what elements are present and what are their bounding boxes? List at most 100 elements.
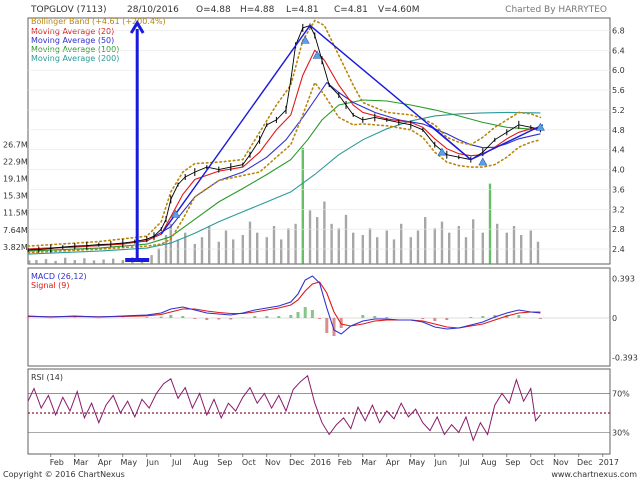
- macd-histogram-bar: [26, 317, 30, 318]
- price-tick-label: 6.0: [612, 66, 625, 75]
- volume-tick-label: 15.3M: [3, 192, 28, 201]
- macd-histogram-bar: [181, 316, 185, 318]
- copyright-label: Copyright © 2016 ChartNexus: [3, 470, 125, 479]
- signal-line: [27, 281, 541, 329]
- volume-bar: [400, 223, 403, 264]
- volume-bar: [352, 232, 355, 264]
- x-tick-label: Feb: [338, 458, 352, 467]
- price-tick-label: 4.0: [612, 166, 625, 175]
- macd-histogram-bar: [121, 317, 125, 318]
- x-tick-label: Jun: [434, 458, 448, 467]
- ma200-line: [27, 111, 541, 255]
- macd-histogram-bar: [310, 310, 314, 318]
- bollinger-lower-line: [27, 80, 542, 254]
- x-tick-label: Apr: [98, 458, 113, 467]
- price-tick-label: 4.8: [612, 126, 625, 135]
- macd-histogram-bar: [538, 318, 542, 319]
- x-tick-label: Jun: [146, 458, 160, 467]
- volume-bar: [536, 241, 540, 264]
- volume-bar: [193, 243, 196, 264]
- volume-bar: [54, 260, 57, 264]
- macd-histogram-bar: [217, 318, 221, 320]
- volume-bar: [337, 228, 340, 264]
- volume-bar: [529, 230, 532, 264]
- volume-bar: [150, 255, 153, 264]
- volume-bar: [424, 217, 427, 264]
- macd-line: [27, 275, 541, 335]
- signal-title: Signal (9): [31, 281, 69, 290]
- macd-histogram-bar: [296, 312, 300, 318]
- volume-bar: [448, 232, 451, 264]
- macd-tick-label: -0.393: [612, 353, 638, 362]
- volume-tick-label: 19.1M: [3, 175, 28, 184]
- x-tick-label: Mar: [73, 458, 89, 467]
- x-tick-label: Nov: [553, 458, 569, 467]
- volume-bar: [416, 230, 420, 264]
- macd-histogram-bar: [385, 317, 389, 318]
- rsi-tick-label: 70%: [612, 389, 630, 398]
- macd-histogram-bar: [289, 315, 293, 318]
- volume-bar: [35, 260, 38, 264]
- high-label: H=4.88: [240, 5, 275, 15]
- x-tick-label: 2016: [311, 458, 331, 467]
- x-tick-label: Nov: [265, 458, 281, 467]
- rsi-title: RSI (14): [31, 373, 63, 382]
- x-tick-label: Dec: [289, 458, 304, 467]
- signal-marker: [478, 157, 488, 166]
- volume-bar: [224, 230, 228, 264]
- macd-histogram-bar: [481, 316, 485, 318]
- volume-tick-label: 11.5M: [3, 209, 28, 218]
- legend-ma200: Moving Average (200): [31, 54, 119, 63]
- legend-bollinger: Bollinger Band (+4.61 (+200.4%): [31, 17, 166, 26]
- volume-bar: [330, 223, 333, 264]
- volume-bar: [176, 239, 180, 264]
- x-tick-label: Sep: [217, 458, 232, 467]
- rsi-series: [27, 374, 610, 442]
- x-tick-label: Dec: [577, 458, 592, 467]
- volume-bar: [112, 258, 115, 264]
- x-tick-label: Sep: [505, 458, 520, 467]
- volume-bar: [28, 260, 31, 264]
- rsi-tick-label: 30%: [612, 429, 630, 438]
- macd-histogram-bar: [169, 315, 173, 318]
- price-tick-label: 2.8: [612, 225, 625, 234]
- volume-bar: [301, 147, 304, 264]
- volume-bar: [512, 226, 516, 264]
- volume-bar: [92, 260, 96, 264]
- x-tick-label: Mar: [361, 458, 377, 467]
- x-tick-label: May: [409, 458, 426, 467]
- volume-bar: [496, 223, 499, 264]
- volume-bar: [361, 235, 364, 264]
- volume-bar: [157, 248, 160, 264]
- x-tick-label: Aug: [481, 458, 497, 467]
- macd-histogram-bar: [73, 317, 77, 318]
- ma100-line: [27, 99, 541, 252]
- volume-bar: [169, 223, 172, 264]
- volume-bar: [121, 260, 124, 264]
- price-tick-label: 6.8: [612, 26, 625, 35]
- volume-bar: [241, 235, 244, 264]
- x-tick-label: Oct: [530, 458, 544, 467]
- x-tick-label: Jul: [171, 458, 182, 467]
- macd-series: [26, 275, 610, 336]
- volume-bar: [265, 237, 268, 264]
- macd-histogram-bar: [193, 318, 197, 319]
- price-tick-label: 5.6: [612, 86, 625, 95]
- volume-bar: [232, 239, 235, 264]
- close-label: C=4.81: [334, 5, 368, 15]
- brand-label: www.chartnexus.com: [551, 470, 637, 479]
- macd-histogram-bar: [361, 315, 365, 318]
- volume-bar: [488, 183, 492, 264]
- volume-tick-label: 7.64M: [3, 226, 28, 235]
- x-tick-label: Aug: [193, 458, 209, 467]
- macd-tick-label: 0: [612, 314, 617, 323]
- x-tick-label: Apr: [386, 458, 401, 467]
- credit-label: Charted By HARRYTEO: [505, 5, 607, 15]
- open-label: O=4.88: [196, 5, 231, 15]
- price-tick-label: 3.6: [612, 186, 625, 195]
- macd-histogram-bar: [253, 316, 257, 318]
- volume-bar: [272, 226, 276, 264]
- macd-histogram-bar: [433, 318, 437, 321]
- volume-tick-label: 22.9M: [3, 158, 28, 167]
- macd-histogram-bar: [445, 318, 449, 320]
